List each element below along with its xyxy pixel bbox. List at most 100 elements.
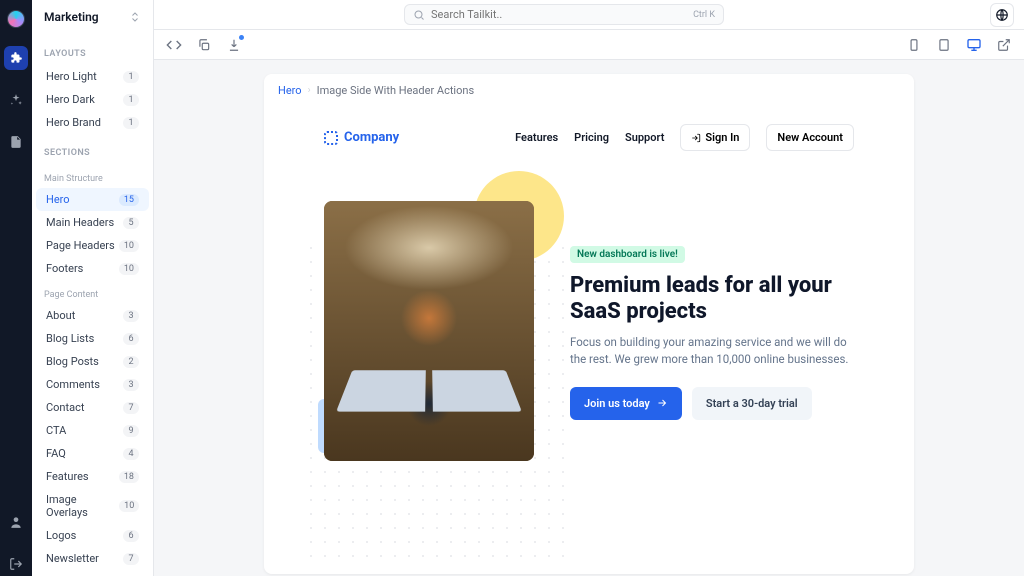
count-badge: 7 bbox=[123, 553, 139, 565]
preview-card: Hero › Image Side With Header Actions Co… bbox=[264, 74, 914, 574]
sidebar-item[interactable]: Footers 10 bbox=[36, 257, 149, 280]
user-icon[interactable] bbox=[4, 510, 28, 534]
count-badge: 10 bbox=[119, 263, 139, 275]
sidebar-item[interactable]: Image Overlays10 bbox=[36, 488, 149, 524]
sidebar-item[interactable]: Pricing7 bbox=[36, 570, 149, 576]
sidebar-item[interactable]: Hero 15 bbox=[36, 188, 149, 211]
breadcrumb: Hero › Image Side With Header Actions bbox=[264, 74, 914, 108]
locale-button[interactable] bbox=[990, 3, 1014, 27]
sidebar-item-label: Features bbox=[46, 470, 89, 483]
cta-secondary-button[interactable]: Start a 30-day trial bbox=[692, 387, 812, 420]
search-kbd: Ctrl K bbox=[693, 10, 715, 20]
count-badge: 15 bbox=[119, 194, 139, 206]
logout-icon[interactable] bbox=[4, 552, 28, 576]
count-badge: 6 bbox=[123, 333, 139, 345]
sidebar-item[interactable]: CTA9 bbox=[36, 419, 149, 442]
app-logo[interactable] bbox=[7, 10, 25, 28]
sidebar-item-label: Newsletter bbox=[46, 552, 99, 565]
main: Ctrl K Hero › Image Side With Header Act… bbox=[154, 0, 1024, 576]
sidebar-item[interactable]: Main Headers 5 bbox=[36, 211, 149, 234]
count-badge: 1 bbox=[123, 117, 139, 129]
count-badge: 4 bbox=[123, 448, 139, 460]
sidebar-item[interactable]: Hero Brand 1 bbox=[36, 111, 149, 134]
brand[interactable]: Company bbox=[324, 130, 399, 145]
count-badge: 3 bbox=[123, 379, 139, 391]
cta-primary-button[interactable]: Join us today bbox=[570, 387, 682, 420]
sidebar-item-label: Main Headers bbox=[46, 216, 114, 229]
breadcrumb-root[interactable]: Hero bbox=[278, 84, 302, 97]
section-label: SECTIONS bbox=[32, 134, 153, 164]
sidebar-item-label: Hero Brand bbox=[46, 116, 101, 129]
hero-headline: Premium leads for all your SaaS projects bbox=[570, 273, 854, 324]
group-label: Main Structure bbox=[32, 164, 153, 188]
external-link-icon[interactable] bbox=[996, 37, 1012, 53]
chevron-up-down-icon bbox=[129, 11, 141, 23]
sidebar-item[interactable]: Newsletter 7 bbox=[36, 547, 149, 570]
sidebar-item-label: FAQ bbox=[46, 447, 66, 460]
sidebar-item-label: Hero Dark bbox=[46, 93, 95, 106]
sidebar-item[interactable]: Logos 6 bbox=[36, 524, 149, 547]
viewport-desktop-icon[interactable] bbox=[966, 37, 982, 53]
count-badge: 7 bbox=[123, 402, 139, 414]
search-box[interactable]: Ctrl K bbox=[404, 4, 724, 25]
sidebar-item-label: Contact bbox=[46, 401, 84, 414]
sidebar-item[interactable]: Contact 7 bbox=[36, 396, 149, 419]
sidebar-item[interactable]: Comments 3 bbox=[36, 373, 149, 396]
sidebar-title: Marketing bbox=[44, 10, 99, 24]
sidebar-item-label: Comments bbox=[46, 378, 100, 391]
sidebar-item-label: About bbox=[46, 309, 75, 322]
globe-icon bbox=[995, 8, 1009, 22]
count-badge: 2 bbox=[123, 356, 139, 368]
hero-sub: Focus on building your amazing service a… bbox=[570, 334, 854, 369]
sidebar-item[interactable]: Hero Dark 1 bbox=[36, 88, 149, 111]
sidebar-item[interactable]: Hero Light1 bbox=[36, 65, 149, 88]
nav-ai-icon[interactable] bbox=[4, 88, 28, 112]
download-icon[interactable] bbox=[226, 37, 242, 53]
sidebar-switcher[interactable]: Marketing bbox=[32, 0, 153, 35]
arrow-right-icon bbox=[656, 397, 668, 409]
sidebar-item-label: Logos bbox=[46, 529, 76, 542]
new-account-button[interactable]: New Account bbox=[766, 124, 854, 151]
sidebar-item[interactable]: FAQ 4 bbox=[36, 442, 149, 465]
code-view-icon[interactable] bbox=[166, 37, 182, 53]
sidebar-item-label: Blog Lists bbox=[46, 332, 94, 345]
preview-nav: Features Pricing Support Sign In New Acc… bbox=[515, 124, 854, 151]
sidebar-item-label: Blog Posts bbox=[46, 355, 99, 368]
breadcrumb-current: Image Side With Header Actions bbox=[317, 84, 475, 97]
sidebar-item-label: Hero bbox=[46, 193, 70, 206]
nav-components-icon[interactable] bbox=[4, 46, 28, 70]
sidebar-item[interactable]: About 3 bbox=[36, 304, 149, 327]
count-badge: 3 bbox=[123, 310, 139, 322]
nav-docs-icon[interactable] bbox=[4, 130, 28, 154]
count-badge: 6 bbox=[123, 530, 139, 542]
copy-icon[interactable] bbox=[196, 37, 212, 53]
chevron-right-icon: › bbox=[308, 85, 311, 96]
count-badge: 1 bbox=[123, 71, 139, 83]
canvas: Hero › Image Side With Header Actions Co… bbox=[154, 60, 1024, 576]
sidebar-item-label: CTA bbox=[46, 424, 66, 437]
signin-button[interactable]: Sign In bbox=[680, 124, 750, 151]
announcement-pill[interactable]: New dashboard is live! bbox=[570, 246, 685, 263]
hero-image bbox=[324, 201, 534, 461]
nav-link-features[interactable]: Features bbox=[515, 131, 558, 144]
sidebar-item[interactable]: Features18 bbox=[36, 465, 149, 488]
topbar: Ctrl K bbox=[154, 0, 1024, 30]
nav-link-support[interactable]: Support bbox=[625, 131, 664, 144]
viewport-mobile-icon[interactable] bbox=[906, 37, 922, 53]
sidebar: Marketing LAYOUTSHero Light1Hero Dark1He… bbox=[32, 0, 154, 576]
count-badge: 1 bbox=[123, 94, 139, 106]
viewport-tablet-icon[interactable] bbox=[936, 37, 952, 53]
count-badge: 5 bbox=[123, 217, 139, 229]
search-input[interactable] bbox=[431, 8, 687, 21]
sidebar-item-label: Footers bbox=[46, 262, 83, 275]
sidebar-item[interactable]: Blog Posts 2 bbox=[36, 350, 149, 373]
hero-section: New dashboard is live! Premium leads for… bbox=[264, 151, 914, 511]
brand-label: Company bbox=[344, 130, 399, 145]
login-icon bbox=[691, 133, 701, 143]
sidebar-item[interactable]: Blog Lists 6 bbox=[36, 327, 149, 350]
nav-link-pricing[interactable]: Pricing bbox=[574, 131, 609, 144]
sidebar-item-label: Image Overlays bbox=[46, 493, 119, 519]
sidebar-item[interactable]: Page Headers10 bbox=[36, 234, 149, 257]
toolbar bbox=[154, 30, 1024, 60]
section-label: LAYOUTS bbox=[32, 35, 153, 65]
